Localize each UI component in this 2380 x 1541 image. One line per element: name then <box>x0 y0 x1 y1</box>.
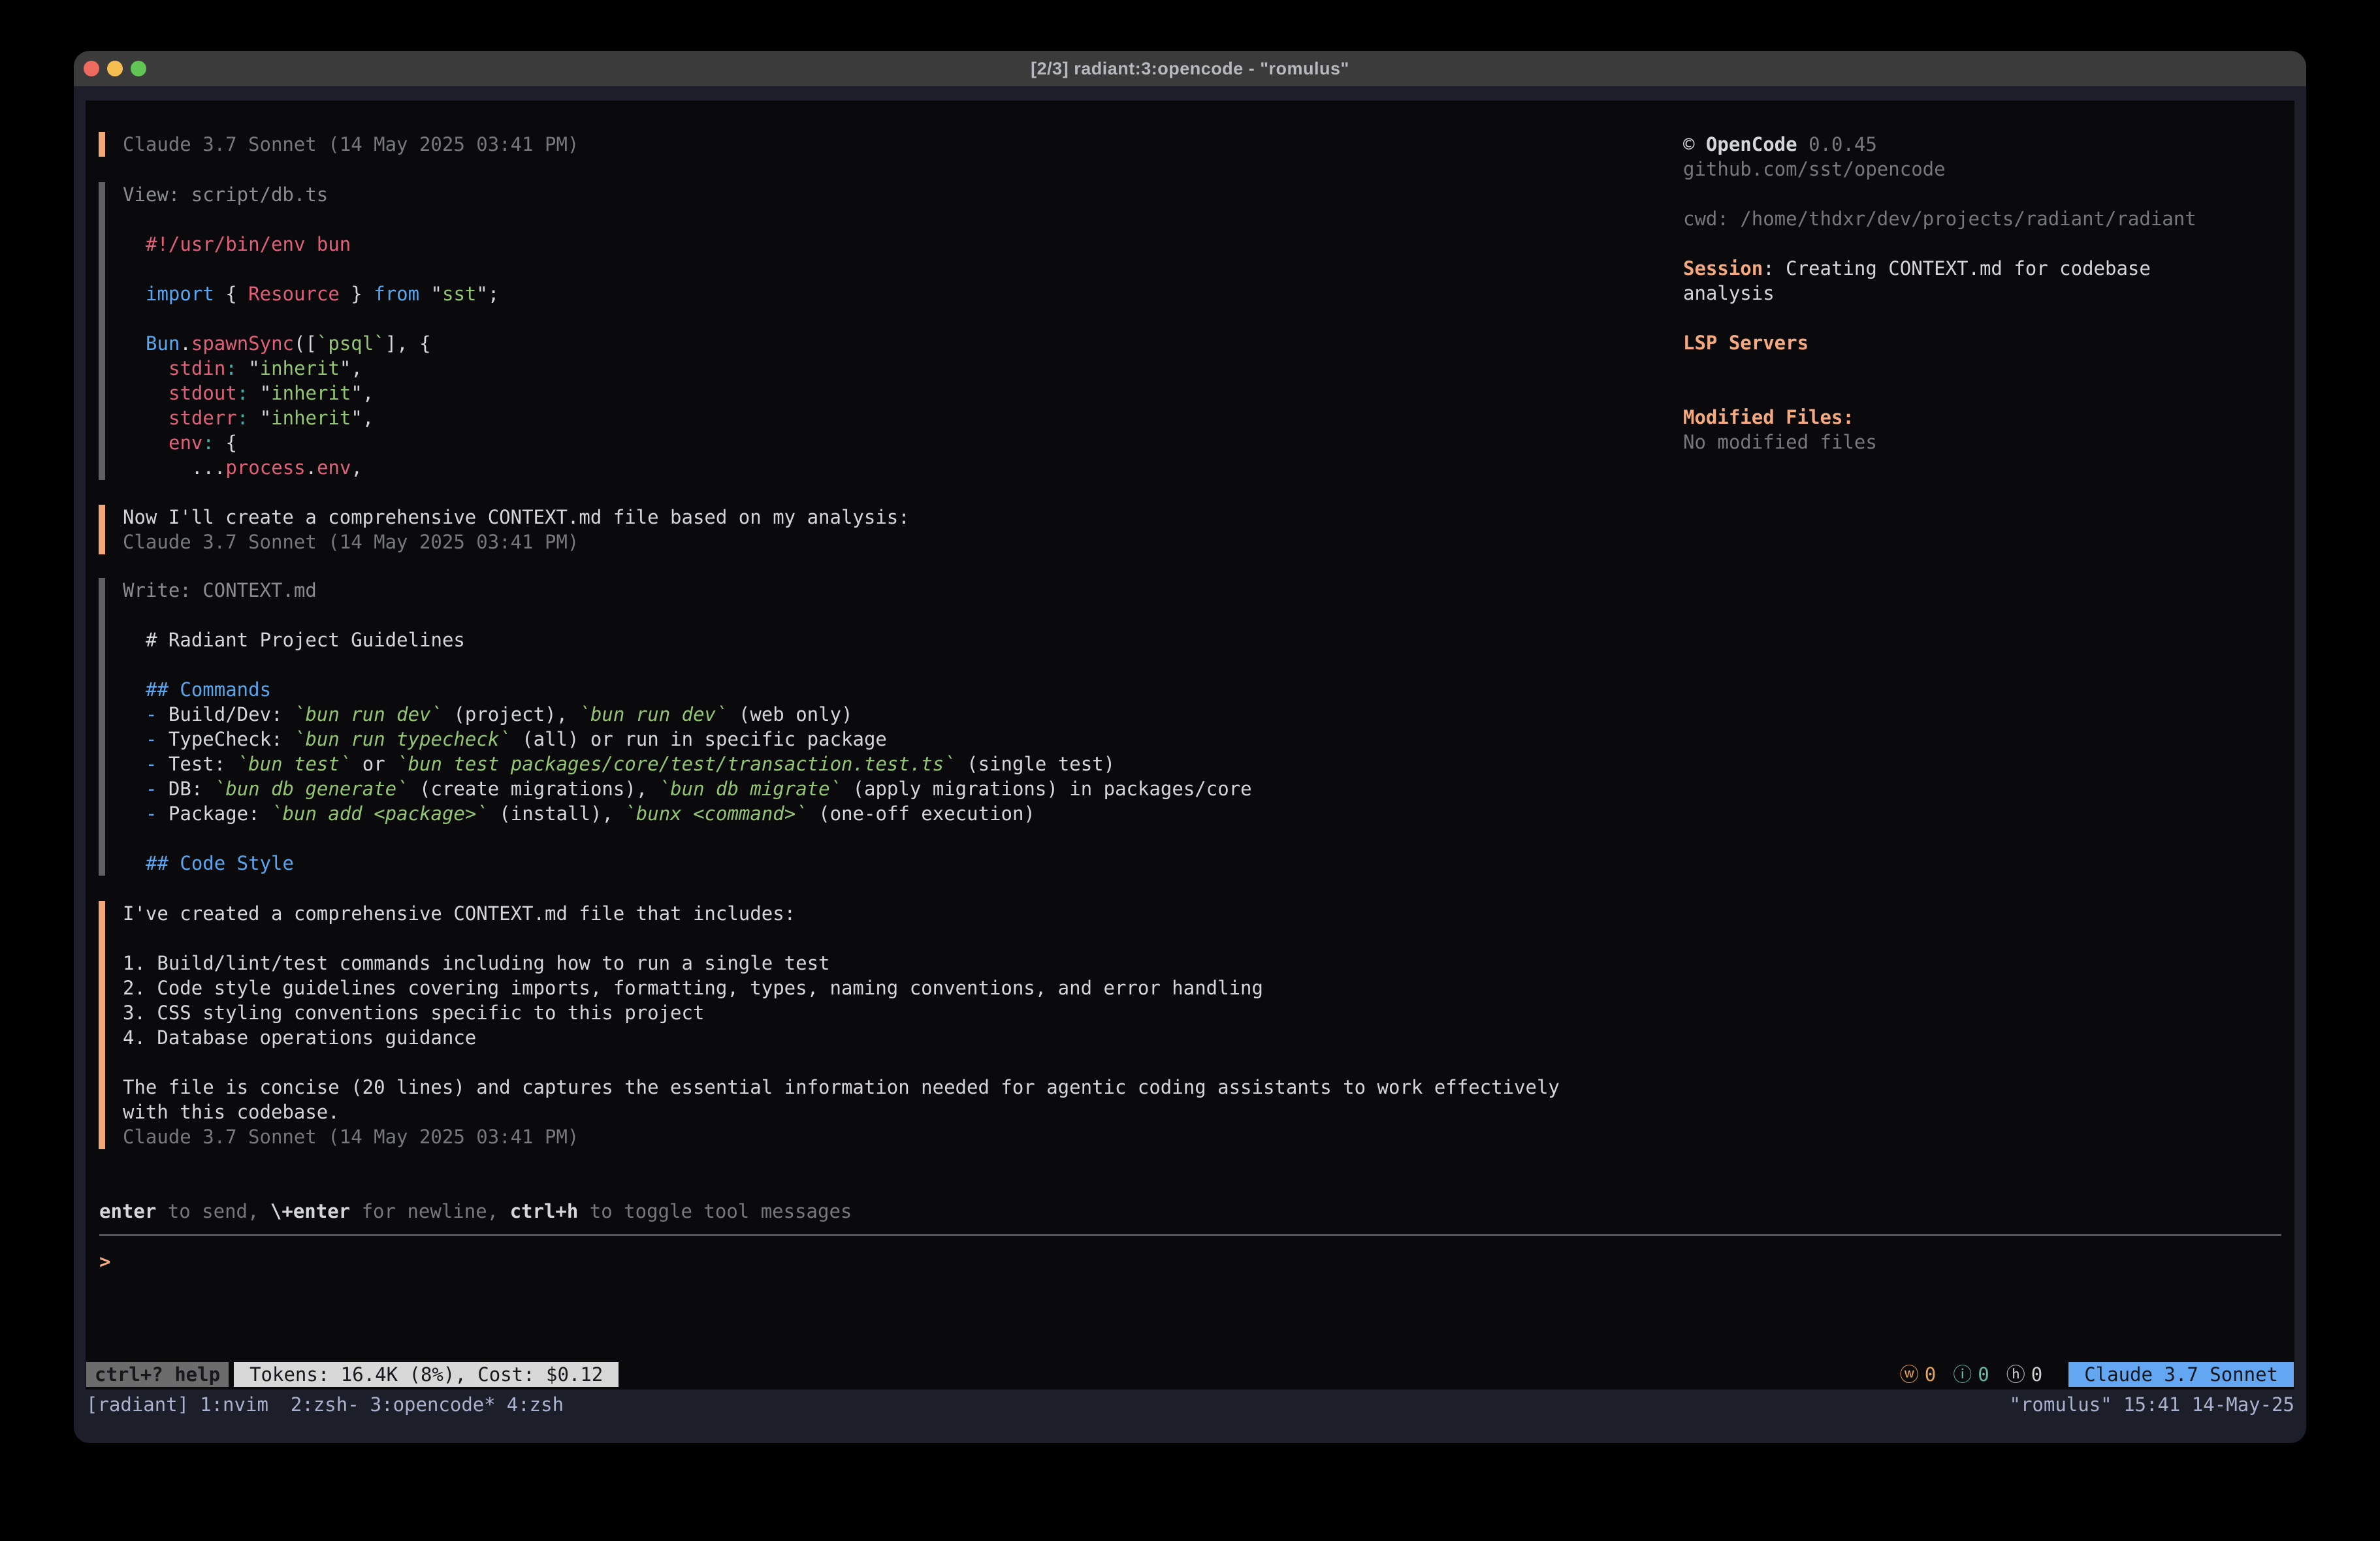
info-count: 0 <box>1978 1362 1989 1387</box>
window-title: [2/3] radiant:3:opencode - "romulus" <box>1031 59 1349 79</box>
md-list-item: - Package: `bun add <package>` (install)… <box>123 801 1252 826</box>
message-text: Now I'll create a comprehensive CONTEXT.… <box>123 505 910 530</box>
repo-link[interactable]: github.com/sst/opencode <box>1683 157 2291 182</box>
modified-files-empty: No modified files <box>1683 430 2291 454</box>
tool-title: Write: CONTEXT.md <box>123 578 1252 603</box>
tmux-window-2[interactable]: 2:zsh- <box>291 1393 359 1416</box>
model-badge[interactable]: Claude 3.7 Sonnet <box>2068 1362 2294 1387</box>
model-timestamp: Claude 3.7 Sonnet (14 May 2025 03:41 PM) <box>123 1124 1560 1149</box>
message-input[interactable]: > <box>99 1249 110 1274</box>
md-list-item: - DB: `bun db generate` (create migratio… <box>123 776 1252 801</box>
tokens-cost-chip: Tokens: 16.4K (8%), Cost: $0.12 <box>234 1362 619 1387</box>
input-divider <box>99 1234 2281 1236</box>
tmux-status-bar: [radiant] 1:nvim 2:zsh- 3:opencode* 4:zsh "r… <box>86 1392 2294 1417</box>
prompt-icon: > <box>99 1250 110 1273</box>
numbered-item: 2. Code style guidelines covering import… <box>123 976 1560 1000</box>
tool-view-block: View: script/db.ts #!/usr/bin/env bun im… <box>99 182 499 480</box>
tmux-host-clock: "romulus" 15:41 14-May-25 <box>2010 1392 2295 1417</box>
keybinding-hint: enter to send, \+enter for newline, ctrl… <box>99 1199 852 1224</box>
code-line: Bun.spawnSync([`psql`], { <box>123 331 499 356</box>
tool-write-block: Write: CONTEXT.md # Radiant Project Guid… <box>99 578 1252 876</box>
tmux-session-name: [radiant] <box>86 1393 189 1416</box>
md-heading1: # Radiant Project Guidelines <box>123 628 1252 652</box>
minimize-button[interactable] <box>107 61 123 76</box>
code-line: stdout: "inherit", <box>123 381 499 405</box>
status-bar: ctrl+? help Tokens: 16.4K (8%), Cost: $0… <box>86 1362 2294 1387</box>
app-version: © OpenCode 0.0.45 <box>1683 132 2291 157</box>
close-button[interactable] <box>84 61 99 76</box>
warning-count: 0 <box>1925 1362 1936 1387</box>
hint-icon: ⓗ <box>2006 1362 2025 1387</box>
title-bar[interactable]: [2/3] radiant:3:opencode - "romulus" <box>74 51 2306 86</box>
lsp-servers-heading: LSP Servers <box>1683 330 2291 355</box>
message-text: I've created a comprehensive CONTEXT.md … <box>123 901 1560 926</box>
numbered-item: 1. Build/lint/test commands including ho… <box>123 951 1560 976</box>
diagnostics: ⓦ0 ⓘ0 ⓗ0 <box>1900 1362 2042 1387</box>
terminal-window: [2/3] radiant:3:opencode - "romulus" Cla… <box>74 51 2306 1443</box>
tmux-window-3[interactable]: 3:opencode* <box>370 1393 496 1416</box>
assistant-message: Now I'll create a comprehensive CONTEXT.… <box>99 505 910 554</box>
md-heading2: ## Code Style <box>123 851 1252 876</box>
hint-count: 0 <box>2031 1362 2042 1387</box>
warning-icon: ⓦ <box>1900 1362 1919 1387</box>
tmux-window-list: [radiant] 1:nvim 2:zsh- 3:opencode* 4:zsh <box>86 1392 575 1417</box>
tool-title: View: script/db.ts <box>123 182 499 207</box>
md-list-item: - TypeCheck: `bun run typecheck` (all) o… <box>123 727 1252 752</box>
terminal-content: Claude 3.7 Sonnet (14 May 2025 03:41 PM)… <box>86 101 2294 1390</box>
sidebar: © OpenCode 0.0.45 github.com/sst/opencod… <box>1683 132 2291 454</box>
model-timestamp: Claude 3.7 Sonnet (14 May 2025 03:41 PM) <box>123 530 910 554</box>
session-title-wrap: analysis <box>1683 281 2291 306</box>
help-shortcut-chip[interactable]: ctrl+? help <box>86 1362 229 1387</box>
assistant-message: Claude 3.7 Sonnet (14 May 2025 03:41 PM) <box>99 132 579 157</box>
traffic-lights <box>84 61 146 76</box>
md-list-item: - Test: `bun test` or `bun test packages… <box>123 752 1252 776</box>
numbered-item: 4. Database operations guidance <box>123 1025 1560 1050</box>
cwd-path: cwd: /home/thdxr/dev/projects/radiant/ra… <box>1683 206 2291 231</box>
zoom-button[interactable] <box>131 61 146 76</box>
md-list-item: - Build/Dev: `bun run dev` (project), `b… <box>123 702 1252 727</box>
code-line: stderr: "inherit", <box>123 405 499 430</box>
code-line: import { Resource } from "sst"; <box>123 281 499 306</box>
assistant-message: I've created a comprehensive CONTEXT.md … <box>99 901 1560 1149</box>
message-text: The file is concise (20 lines) and captu… <box>123 1075 1560 1100</box>
info-icon: ⓘ <box>1953 1362 1972 1387</box>
session-title: Session: Creating CONTEXT.md for codebas… <box>1683 256 2291 281</box>
code-line: env: { <box>123 430 499 455</box>
code-line: ...process.env, <box>123 455 499 480</box>
code-line: #!/usr/bin/env bun <box>123 232 499 257</box>
modified-files-heading: Modified Files: <box>1683 405 2291 430</box>
md-heading2: ## Commands <box>123 677 1252 702</box>
tmux-window-1[interactable]: 1:nvim <box>200 1393 268 1416</box>
message-text: with this codebase. <box>123 1100 1560 1124</box>
numbered-item: 3. CSS styling conventions specific to t… <box>123 1000 1560 1025</box>
tmux-window-4[interactable]: 4:zsh <box>507 1393 564 1416</box>
model-timestamp: Claude 3.7 Sonnet (14 May 2025 03:41 PM) <box>123 132 579 157</box>
code-line: stdin: "inherit", <box>123 356 499 381</box>
